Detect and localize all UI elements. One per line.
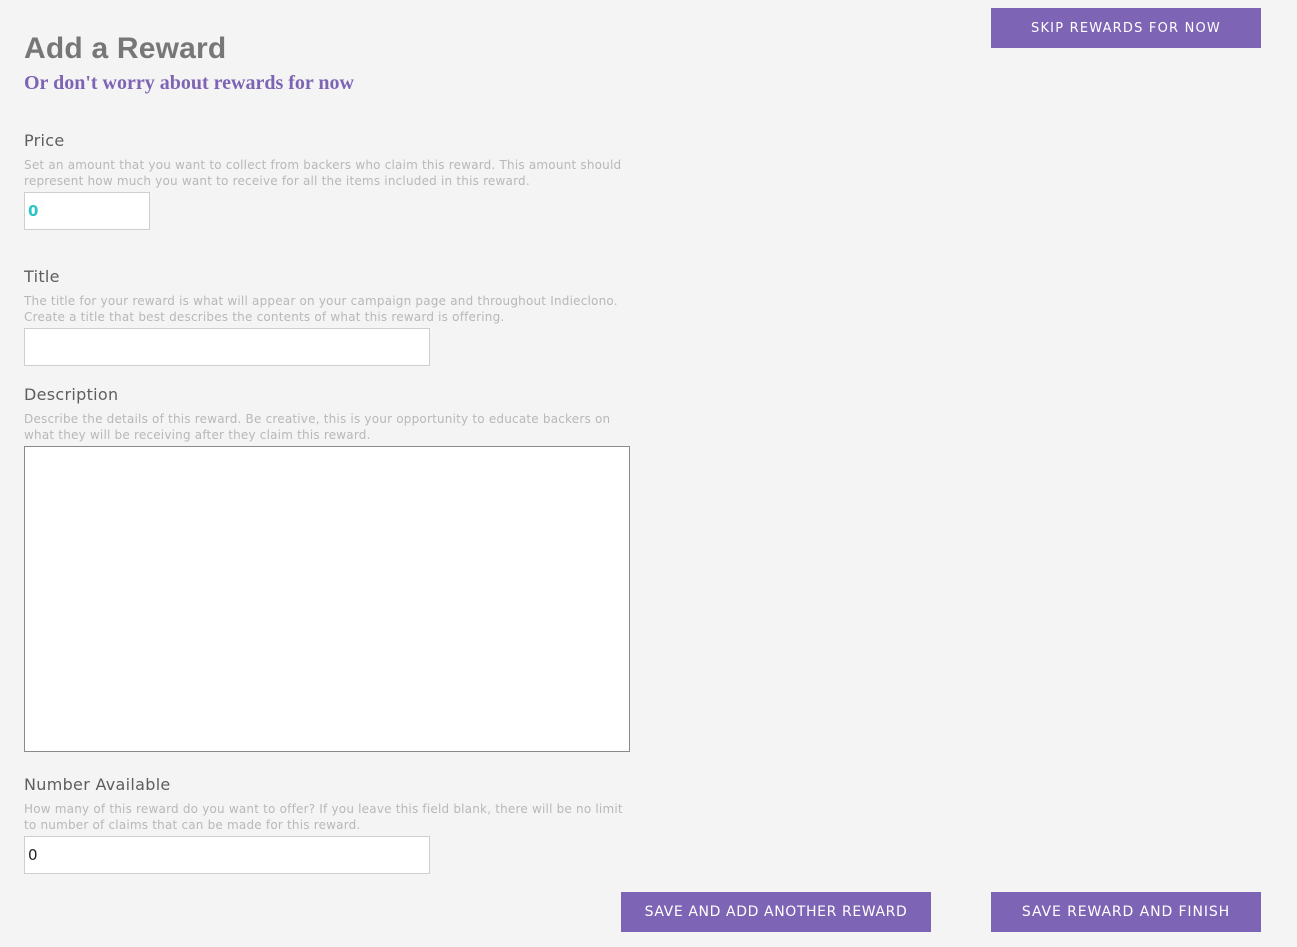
skip-rewards-subtitle: Or don't worry about rewards for now bbox=[24, 72, 354, 94]
title-help-text: The title for your reward is what will a… bbox=[24, 294, 618, 324]
page-title: Add a Reward bbox=[24, 32, 227, 65]
title-label: Title bbox=[24, 267, 60, 286]
save-and-add-another-button[interactable]: SAVE AND ADD ANOTHER REWARD bbox=[621, 892, 931, 932]
save-and-finish-button[interactable]: SAVE REWARD AND FINISH bbox=[991, 892, 1261, 932]
price-input[interactable] bbox=[24, 192, 150, 230]
price-label: Price bbox=[24, 131, 65, 150]
title-input[interactable] bbox=[24, 328, 430, 366]
description-textarea[interactable] bbox=[24, 446, 630, 752]
number-available-input[interactable] bbox=[24, 836, 430, 874]
price-help-text: Set an amount that you want to collect f… bbox=[24, 158, 622, 188]
description-help-text: Describe the details of this reward. Be … bbox=[24, 412, 611, 442]
description-label: Description bbox=[24, 385, 119, 404]
number-available-help-text: How many of this reward do you want to o… bbox=[24, 802, 623, 832]
number-available-label: Number Available bbox=[24, 775, 171, 794]
skip-rewards-button[interactable]: SKIP REWARDS FOR NOW bbox=[991, 8, 1261, 48]
